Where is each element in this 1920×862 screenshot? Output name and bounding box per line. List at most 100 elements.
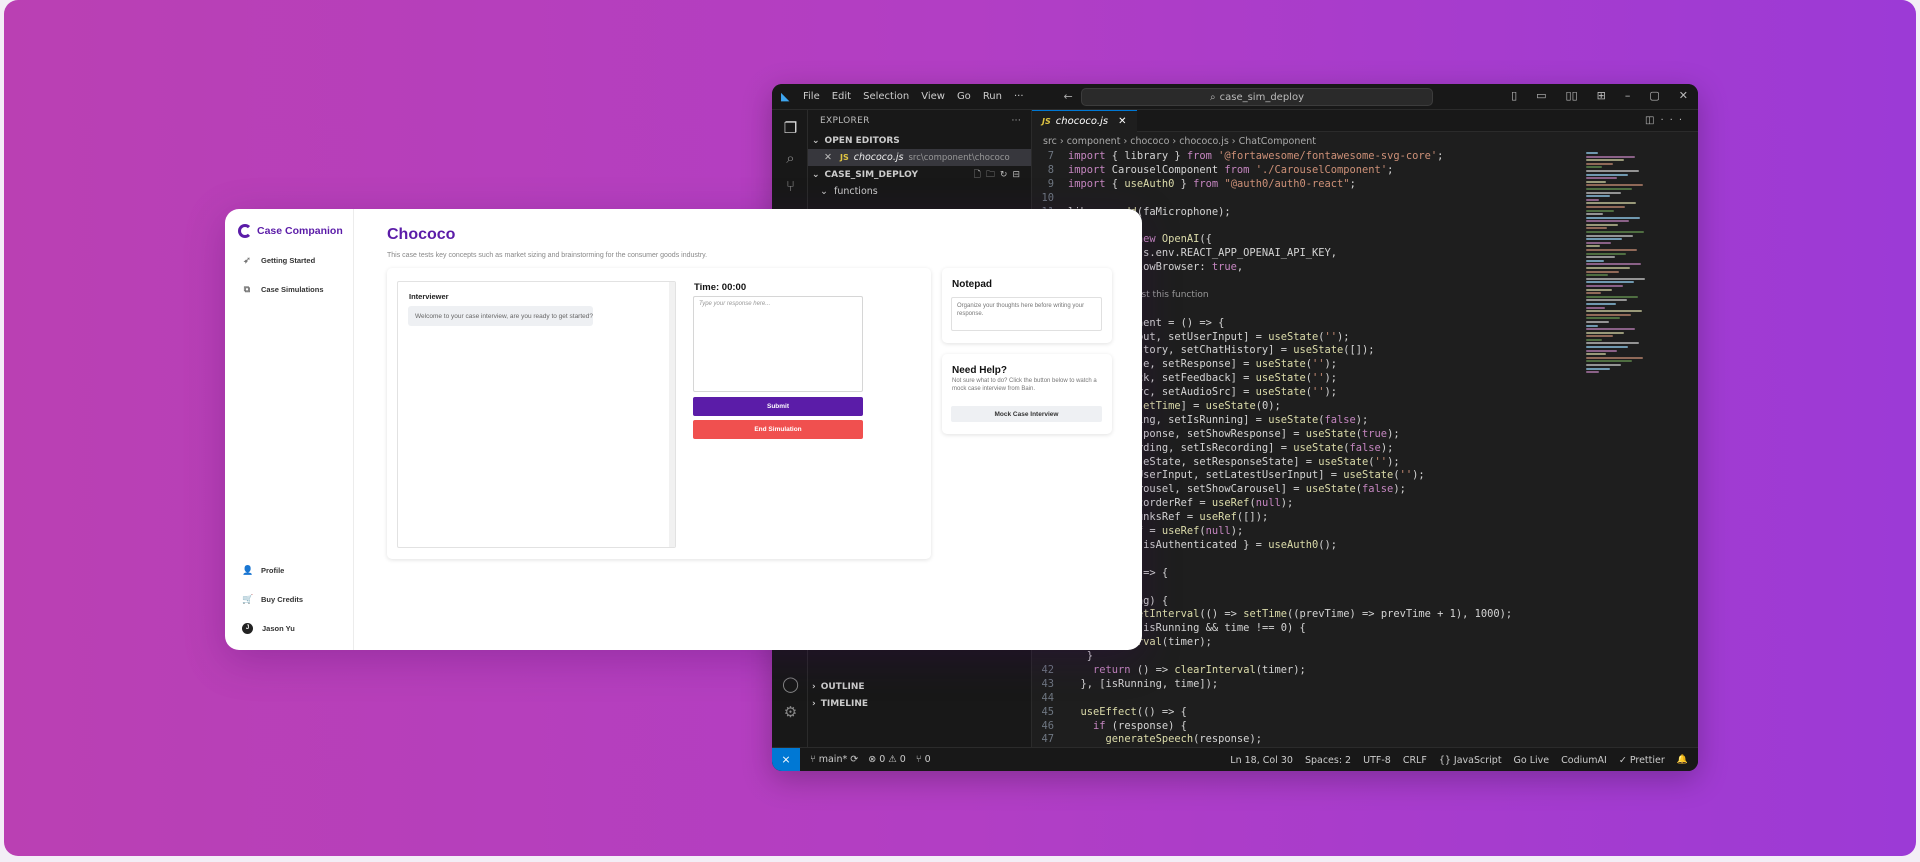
outline-section[interactable]: › OUTLINE [808,678,1032,695]
breadcrumb-item[interactable]: chococo [1130,136,1169,147]
window-control-icon[interactable]: ▭ [1536,89,1546,102]
status-item[interactable]: Go Live [1514,755,1550,766]
simulation-card: Interviewer Welcome to your case intervi… [387,268,931,559]
nav-user[interactable]: J Jason Yu [242,623,295,634]
status-item[interactable]: Spaces: 2 [1305,755,1351,766]
status-item[interactable]: CRLF [1403,755,1427,766]
minimap[interactable] [1586,152,1656,392]
brand[interactable]: Case Companion [238,224,343,238]
nav-buy-credits[interactable]: 🛒 Buy Credits [242,594,303,604]
breadcrumb-item[interactable]: src [1043,136,1057,147]
minimap-line [1586,259,1604,262]
status-item[interactable]: CodiumAI [1561,755,1607,766]
status-item[interactable]: Ln 18, Col 30 [1230,755,1293,766]
menu-item[interactable]: ··· [1014,91,1024,102]
breadcrumb-separator: › [1231,135,1236,147]
close-icon[interactable]: ✕ [824,152,832,163]
menu-item[interactable]: Edit [832,91,851,102]
source-control-icon[interactable]: ⑂ [782,178,799,195]
code-line[interactable]: 46 if (response) { [1032,720,1592,734]
nav-case-simulations[interactable]: ⧉ Case Simulations [242,284,324,294]
nav-profile[interactable]: 👤 Profile [242,565,284,575]
code-line[interactable]: 10 [1032,192,1592,206]
status-item[interactable]: {} JavaScript [1439,755,1502,766]
editor-actions-icon[interactable]: ◫··· [1645,115,1688,126]
window-control-icon[interactable]: ▯ [1511,89,1517,102]
code-line[interactable]: 44 [1032,692,1592,706]
remote-icon[interactable]: ⨯ [772,747,800,771]
explorer-actions-icons[interactable]: 🗋🗀↻⊟ [974,167,1025,183]
minimap-line [1586,184,1643,187]
project-section[interactable]: ⌄ CASE_SIM_DEPLOY 🗋🗀↻⊟ [808,166,1031,183]
bell-icon[interactable]: 🔔 [1677,755,1688,765]
menu-item[interactable]: View [921,91,945,102]
notepad-card: Notepad Organize your thoughts here befo… [942,268,1112,343]
more-actions-icon[interactable]: ··· [1012,116,1021,126]
minimap-line [1586,277,1645,280]
open-editor-item[interactable]: ✕ JS chococo.js src\component\chococo [808,149,1031,166]
account-icon[interactable]: ◯ [782,676,799,693]
minimap-line [1586,187,1632,190]
menu-item[interactable]: Run [983,91,1002,102]
chat-scrollbar[interactable] [669,282,675,547]
code-line[interactable]: 7 import { library } from '@fortawesome/f… [1032,150,1592,164]
response-input[interactable]: Type your response here... [693,296,863,392]
code-line[interactable]: 42 return () => clearInterval(timer); [1032,664,1592,678]
command-center-search[interactable]: ⌕ case_sim_deploy [1081,88,1433,106]
window-control-icon[interactable]: – [1625,89,1631,102]
search-text: case_sim_deploy [1219,91,1304,103]
breadcrumb-item[interactable]: ChatComponent [1239,136,1316,147]
chat-panel[interactable]: Interviewer Welcome to your case intervi… [397,281,676,548]
interviewer-message: Welcome to your case interview, are you … [408,306,593,326]
nav-label: Getting Started [261,255,316,265]
code-line[interactable]: 43 }, [isRunning, time]); [1032,678,1592,692]
open-editors-section[interactable]: ⌄ OPEN EDITORS [808,132,1031,149]
functions-folder[interactable]: ⌄ functions [808,183,1031,200]
breadcrumb-item[interactable]: component [1067,136,1121,147]
close-icon[interactable]: ✕ [1118,116,1126,127]
code-line[interactable]: 47 generateSpeech(response); [1032,733,1592,747]
minimap-line [1586,367,1610,370]
submit-button[interactable]: Submit [693,397,863,416]
window-controls: ▯ ▭ ▯▯ ⊞ – ▢ ✕ [1511,89,1688,102]
breadcrumb-item[interactable]: chococo.js [1179,136,1229,147]
tab-chococo-js[interactable]: JS chococo.js ✕ [1032,109,1137,132]
minimap-line [1586,227,1607,230]
notepad-title: Notepad [952,279,992,290]
code-line[interactable]: 9 import { useAuth0 } from "@auth0/auth0-… [1032,178,1592,192]
code-line[interactable]: 45 useEffect(() => { [1032,706,1592,720]
window-control-icon[interactable]: ▯▯ [1566,89,1578,102]
window-control-icon[interactable]: ▢ [1649,89,1659,102]
menu-item[interactable]: Go [957,91,971,102]
gear-icon[interactable]: ⚙ [782,704,799,721]
chevron-down-icon: ⌄ [812,169,820,180]
menu-item[interactable]: Selection [863,91,909,102]
minimap-line [1586,223,1618,226]
line-number: 47 [1041,733,1054,746]
line-number: 7 [1047,150,1054,162]
menu-item[interactable]: File [803,91,820,102]
code-line[interactable]: 8 import CarouselComponent from './Carous… [1032,164,1592,178]
line-number: 10 [1041,191,1054,204]
status-item[interactable]: UTF-8 [1363,755,1391,766]
code-line[interactable]: } [1032,650,1592,664]
problems-status[interactable]: ⊗ 0 ⚠ 0 [868,754,906,765]
notepad-input[interactable]: Organize your thoughts here before writi… [951,297,1102,331]
minimap-line [1586,353,1606,356]
minimap-line [1586,331,1624,334]
status-item[interactable]: ✓ Prettier [1619,755,1665,766]
branch-status[interactable]: ⑂ main* ⟳ [810,754,858,765]
open-editor-filename: chococo.js [853,152,904,163]
window-control-icon[interactable]: ✕ [1679,89,1688,102]
cart-icon: 🛒 [242,594,254,604]
ports-status[interactable]: ⑂ 0 [916,754,931,765]
mock-case-interview-button[interactable]: Mock Case Interview [951,406,1102,422]
end-simulation-button[interactable]: End Simulation [693,420,863,439]
project-label: CASE_SIM_DEPLOY [824,169,919,180]
timeline-section[interactable]: › TIMELINE [808,695,1032,712]
minimap-line [1586,234,1633,237]
window-control-icon[interactable]: ⊞ [1597,89,1606,102]
nav-getting-started[interactable]: ➶ Getting Started [242,255,315,265]
explorer-icon[interactable]: ❐ [782,120,799,137]
search-icon[interactable]: ⌕ [782,150,799,167]
